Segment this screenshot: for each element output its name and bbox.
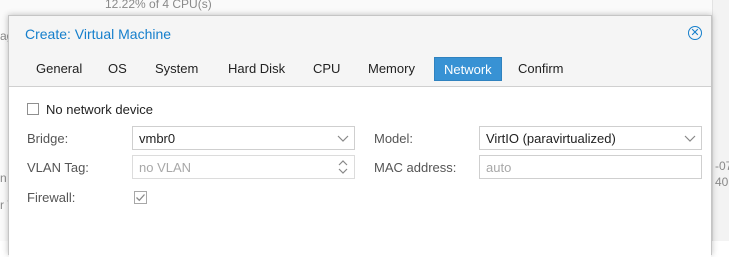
- tab-system[interactable]: System: [146, 57, 207, 81]
- model-label: Model:: [374, 131, 414, 146]
- bridge-value: vmbr0: [139, 131, 176, 146]
- mac-address-label: MAC address:: [374, 160, 457, 175]
- model-value: VirtIO (paravirtualized): [486, 131, 616, 146]
- network-form: No network device Bridge: vmbr0 VLAN Tag…: [9, 87, 711, 257]
- tab-general[interactable]: General: [27, 57, 91, 81]
- firewall-label: Firewall:: [27, 190, 76, 205]
- bridge-select[interactable]: vmbr0: [132, 126, 355, 150]
- checkmark-icon: [136, 194, 145, 202]
- mac-address-input[interactable]: auto: [479, 155, 702, 179]
- spinner-up-down-icon[interactable]: [336, 159, 350, 175]
- no-network-device-label: No network device: [46, 102, 153, 117]
- model-select[interactable]: VirtIO (paravirtualized): [479, 126, 702, 150]
- tab-cpu[interactable]: CPU: [304, 57, 349, 81]
- vlan-tag-spinner[interactable]: no VLAN: [132, 155, 355, 179]
- background-fragment: 40:: [715, 175, 729, 189]
- chevron-down-icon[interactable]: [336, 130, 350, 146]
- vlan-tag-label: VLAN Tag:: [27, 160, 89, 175]
- wizard-tab-bar: General OS System Hard Disk CPU Memory N…: [9, 52, 711, 87]
- tab-os[interactable]: OS: [99, 57, 136, 81]
- tab-hard-disk[interactable]: Hard Disk: [219, 57, 294, 81]
- dialog-title: Create: Virtual Machine: [25, 26, 172, 42]
- tab-confirm[interactable]: Confirm: [509, 57, 573, 81]
- tab-network[interactable]: Network: [434, 57, 502, 81]
- mac-address-placeholder: auto: [486, 160, 512, 175]
- tab-memory[interactable]: Memory: [359, 57, 424, 81]
- checkbox-box[interactable]: [27, 103, 39, 115]
- background-right-panel: [712, 0, 729, 241]
- firewall-checkbox[interactable]: [134, 191, 147, 204]
- background-fragment: n: [0, 171, 7, 185]
- bridge-label: Bridge:: [27, 131, 69, 146]
- vlan-tag-placeholder: no VLAN: [139, 160, 192, 175]
- dialog-header[interactable]: Create: Virtual Machine ✕: [9, 16, 711, 52]
- background-fragment: -07: [715, 159, 729, 173]
- close-icon[interactable]: ✕: [688, 26, 702, 40]
- background-cpu-usage: 12.22% of 4 CPU(s): [105, 0, 212, 11]
- create-vm-dialog: Create: Virtual Machine ✕ General OS Sys…: [8, 15, 712, 257]
- chevron-down-icon[interactable]: [683, 130, 697, 146]
